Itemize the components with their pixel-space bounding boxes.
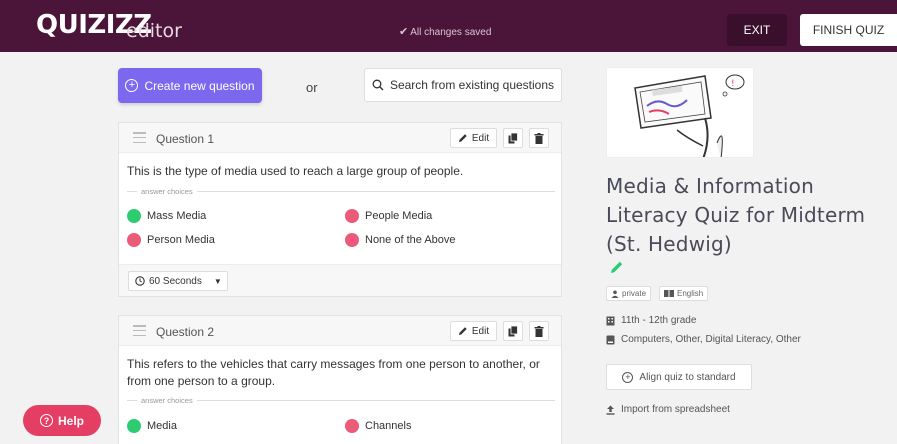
search-existing-button[interactable]: Search from existing questions	[364, 68, 562, 102]
building-icon	[606, 316, 615, 325]
timer-value: 60 Seconds	[149, 275, 202, 287]
incorrect-dot-icon	[127, 233, 141, 247]
align-standard-label: Align quiz to standard	[639, 371, 736, 383]
answer-text: Person Media	[147, 234, 215, 246]
incorrect-dot-icon	[345, 233, 359, 247]
language-value: English	[677, 289, 704, 298]
quiz-title[interactable]: Media & Information Literacy Quiz for Mi…	[606, 172, 866, 259]
save-status: ✔ All changes saved	[399, 25, 491, 38]
svg-text:!: !	[731, 79, 735, 89]
copy-icon	[508, 325, 518, 336]
question-title: Question 2	[156, 325, 215, 339]
question-header: Question 2 Edit	[119, 316, 561, 346]
answer-text: Mass Media	[147, 210, 207, 222]
grade-value: 11th - 12th grade	[621, 315, 697, 326]
visibility-value: private	[622, 289, 647, 298]
subject-value: Computers, Other, Digital Literacy, Othe…	[621, 334, 801, 345]
user-icon	[611, 290, 619, 298]
visibility-tag[interactable]: private	[606, 286, 652, 301]
exit-button[interactable]: EXIT	[727, 14, 787, 46]
duplicate-button[interactable]	[503, 128, 523, 148]
caret-down-icon: ▼	[213, 276, 222, 286]
import-spreadsheet-link[interactable]: Import from spreadsheet	[606, 404, 730, 415]
question-circle-icon: ?	[39, 414, 53, 427]
question-title: Question 1	[156, 132, 215, 146]
edit-button[interactable]: Edit	[450, 128, 497, 148]
align-standard-button[interactable]: + Align quiz to standard	[606, 364, 752, 390]
help-button[interactable]: ? Help	[23, 405, 101, 436]
correct-dot-icon	[127, 209, 141, 223]
answer-text: Channels	[365, 420, 412, 432]
incorrect-dot-icon	[345, 419, 359, 433]
create-question-button[interactable]: + Create new question	[118, 68, 262, 103]
copy-icon	[508, 132, 518, 143]
question-footer: 60 Seconds ▼	[119, 264, 561, 296]
answer-choice: Channels	[345, 419, 411, 433]
duplicate-button[interactable]	[503, 321, 523, 341]
answer-text: None of the Above	[365, 234, 456, 246]
question-card-2: Question 2 Edit This refers to the vehic…	[118, 315, 562, 444]
incorrect-dot-icon	[345, 209, 359, 223]
pencil-icon	[611, 261, 623, 273]
answer-choice: People Media	[345, 209, 432, 223]
top-bar: QUIZIZZ editor ✔ All changes saved EXIT F…	[0, 0, 897, 52]
delete-button[interactable]	[529, 321, 549, 341]
edit-label: Edit	[471, 325, 490, 337]
edit-label: Edit	[471, 132, 490, 144]
or-label: or	[306, 80, 318, 95]
grade-info: 11th - 12th grade	[606, 315, 696, 326]
quiz-cover-image[interactable]: !	[606, 67, 754, 158]
answer-choice: None of the Above	[345, 233, 456, 247]
question-text: This refers to the vehicles that carry m…	[127, 357, 540, 388]
import-label: Import from spreadsheet	[621, 404, 730, 415]
trash-icon	[534, 325, 544, 337]
answer-choices-label: answer choices	[127, 187, 555, 196]
clock-icon	[135, 276, 145, 286]
timer-select[interactable]: 60 Seconds ▼	[128, 271, 228, 291]
create-question-label: Create new question	[144, 78, 255, 93]
plus-circle-icon: +	[125, 79, 139, 92]
pencil-icon	[458, 134, 467, 142]
drag-handle-icon[interactable]	[133, 132, 146, 143]
plus-circle-icon: +	[622, 371, 634, 383]
language-tag[interactable]: English	[659, 286, 709, 301]
answer-text: People Media	[365, 210, 433, 222]
answer-text: Media	[147, 420, 177, 432]
cover-illustration: !	[607, 68, 753, 157]
delete-button[interactable]	[529, 128, 549, 148]
drag-handle-icon[interactable]	[133, 325, 146, 336]
upload-icon	[606, 405, 615, 415]
answer-choices-label: answer choices	[127, 396, 555, 405]
edit-button[interactable]: Edit	[450, 321, 497, 341]
check-icon: ✔	[399, 26, 409, 38]
finish-quiz-button[interactable]: FINISH QUIZ	[800, 14, 897, 46]
pencil-icon	[458, 327, 467, 335]
search-icon	[372, 79, 384, 91]
subject-info: Computers, Other, Digital Literacy, Othe…	[606, 334, 801, 345]
answer-choice: Person Media	[127, 233, 215, 247]
book-icon	[606, 335, 615, 344]
help-label: Help	[57, 413, 84, 428]
answer-choice: Media	[127, 419, 177, 433]
search-existing-label: Search from existing questions	[389, 78, 555, 92]
save-status-text: All changes saved	[410, 27, 492, 38]
language-icon	[664, 290, 674, 297]
trash-icon	[534, 132, 544, 144]
answer-choice: Mass Media	[127, 209, 206, 223]
question-header: Question 1 Edit	[119, 123, 561, 153]
editor-label: editor	[126, 20, 182, 42]
correct-dot-icon	[127, 419, 141, 433]
question-text: This is the type of media used to reach …	[127, 164, 464, 178]
question-card-1: Question 1 Edit This is the type of medi…	[118, 122, 562, 297]
edit-title-icon[interactable]	[610, 260, 624, 279]
